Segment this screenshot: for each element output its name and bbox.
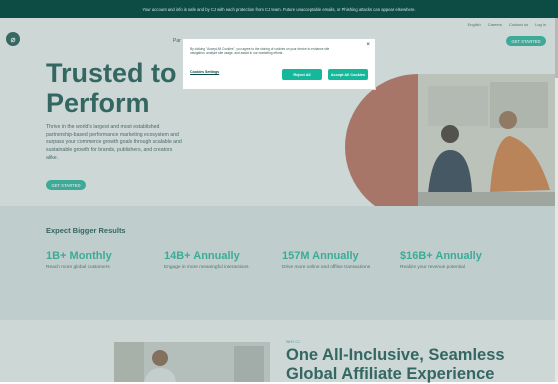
- banner-text: Your account and info is safe and by CJ …: [142, 6, 416, 12]
- accept-all-cookies-button[interactable]: Accept All Cookies: [328, 69, 368, 80]
- cookie-consent-dialog: × By clicking "Accept All Cookies", you …: [182, 38, 376, 90]
- cookie-settings-link[interactable]: Cookies Settings: [190, 70, 219, 74]
- cookie-message: By clicking "Accept All Cookies", you ag…: [190, 47, 330, 56]
- top-banner: Your account and info is safe and by CJ …: [0, 0, 558, 18]
- reject-all-button[interactable]: Reject All: [282, 69, 322, 80]
- close-icon[interactable]: ×: [366, 41, 370, 48]
